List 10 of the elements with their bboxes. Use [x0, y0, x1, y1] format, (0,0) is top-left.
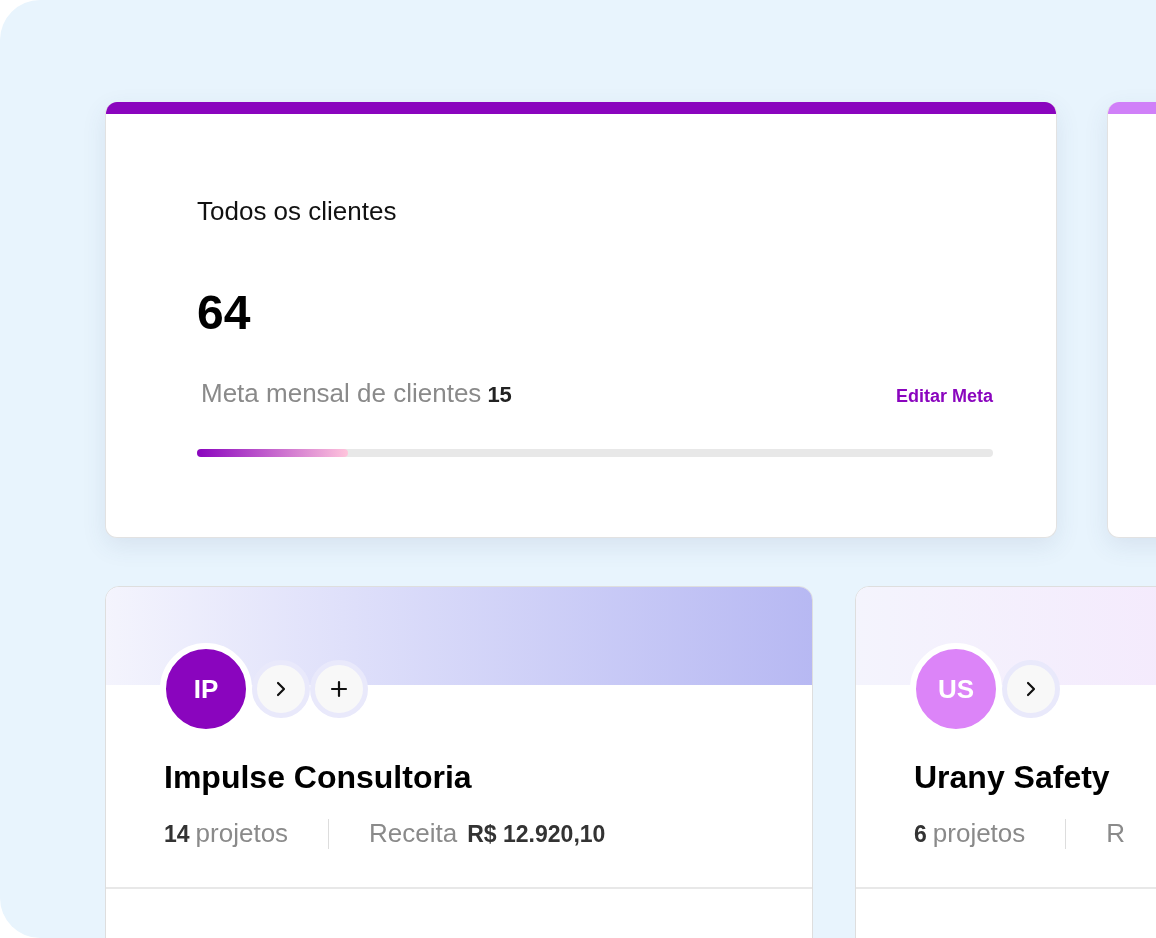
client-name: Urany Safety: [914, 759, 1111, 796]
revenue: Receita R$ 12.920,10: [369, 818, 607, 849]
projects-count: 14 projetos: [164, 818, 289, 849]
edit-goal-link[interactable]: Editar Meta: [895, 386, 993, 407]
goal-label: Meta mensal de clientes 15: [201, 378, 512, 409]
projects-count: 6 projetos: [914, 818, 1026, 849]
client-name: Impulse Consultoria: [164, 759, 473, 796]
card-title: Todos os clientes: [197, 196, 398, 227]
revenue: R: [1106, 818, 1126, 849]
stat-value: 64: [197, 285, 252, 340]
